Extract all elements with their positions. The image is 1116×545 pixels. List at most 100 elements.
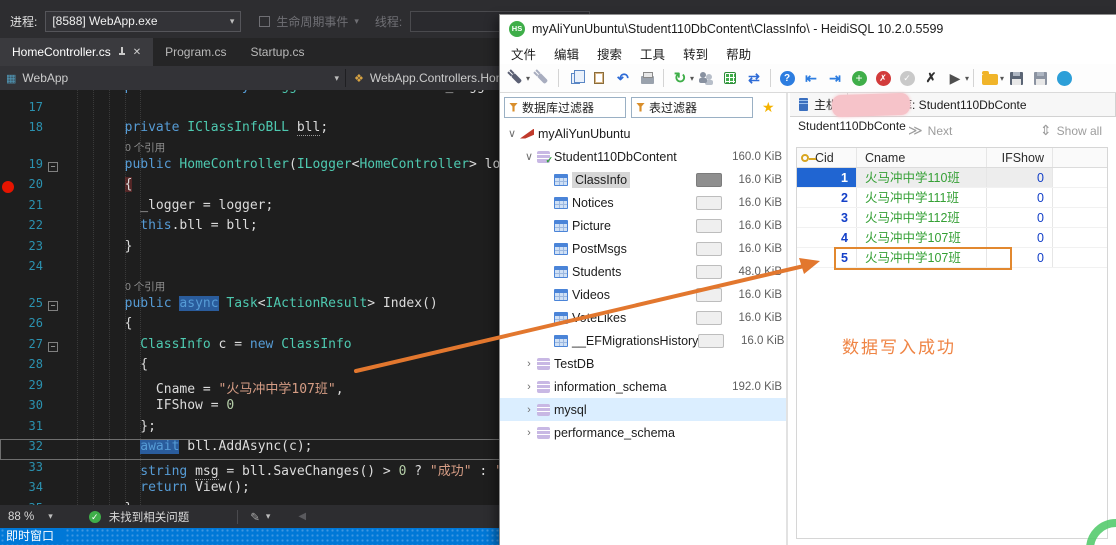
cell-ifshow[interactable]: 0 <box>987 208 1053 227</box>
save-as-icon[interactable] <box>1029 67 1051 89</box>
lifecycle-events-button[interactable]: 生命周期事件 ▾ <box>259 13 359 30</box>
close-icon[interactable]: ✕ <box>133 47 141 58</box>
sync-icon[interactable]: ⇄ <box>743 67 765 89</box>
next-rows-button[interactable]: ≫ Next <box>908 122 952 139</box>
go-first-icon[interactable]: ⇤ <box>800 67 822 89</box>
chevron-down-icon[interactable]: ▾ <box>266 511 271 522</box>
expander-icon[interactable]: › <box>521 427 537 439</box>
fold-toggle[interactable]: − <box>46 157 62 178</box>
run-icon[interactable]: ▶ <box>944 67 966 89</box>
tree-item-performance_schema[interactable]: › performance_schema <box>500 421 786 444</box>
disconnect-icon[interactable] <box>531 67 553 89</box>
collapse-icon[interactable]: − <box>48 300 58 311</box>
tab-homecontroller-cs[interactable]: HomeController.cs ✕ <box>0 38 154 66</box>
cell-cid[interactable]: 4 <box>797 228 857 247</box>
go-last-icon[interactable]: ⇥ <box>824 67 846 89</box>
tree-item-notices[interactable]: Notices 16.0 KiB <box>500 191 786 214</box>
process-dropdown[interactable]: [8588] WebApp.exe ▾ <box>45 10 242 32</box>
delete-row-icon[interactable]: ✗ <box>872 67 894 89</box>
cell-cname[interactable]: 火马冲中学107班 <box>857 228 987 247</box>
chevron-down-icon[interactable]: ▾ <box>526 74 530 83</box>
cell-cname[interactable]: 火马冲中学110班 <box>857 168 987 187</box>
tree-item-__efmigrationshistory[interactable]: __EFMigrationsHistory 16.0 KiB <box>500 329 786 352</box>
breakpoint-gutter[interactable] <box>0 177 18 198</box>
brush-icon[interactable]: ✎ <box>250 510 260 524</box>
grid-row[interactable]: 4 火马冲中学107班 0 <box>797 228 1107 248</box>
cell-cid[interactable]: 1 <box>797 168 857 187</box>
save-icon[interactable] <box>1005 67 1027 89</box>
grid-row[interactable]: 3 火马冲中学112班 0 <box>797 208 1107 228</box>
tree-item-votelikes[interactable]: VoteLikes 16.0 KiB <box>500 306 786 329</box>
cell-cname[interactable]: 火马冲中学111班 <box>857 188 987 207</box>
tree-item-picture[interactable]: Picture 16.0 KiB <box>500 214 786 237</box>
expander-icon[interactable]: › <box>521 404 537 416</box>
breadcrumb-project-dropdown[interactable]: ▦ WebApp ▾ <box>0 71 345 85</box>
code-text: private IClassInfoBLL bll; <box>124 120 329 136</box>
cell-cname[interactable]: 火马冲中学112班 <box>857 208 987 227</box>
tab-program-cs[interactable]: Program.cs <box>153 38 238 66</box>
help-icon[interactable]: ? <box>776 67 798 89</box>
grid-row[interactable]: 1 火马冲中学110班 0 <box>797 168 1107 188</box>
tree-item-mysql[interactable]: › mysql <box>500 398 786 421</box>
tree-item-myaliyunubuntu[interactable]: ∨ myAliYunUbuntu <box>500 122 786 145</box>
heidisql-title-bar[interactable]: HS myAliYunUbuntu\Student110DbContent\Cl… <box>500 15 1116 43</box>
tree-item-videos[interactable]: Videos 16.0 KiB <box>500 283 786 306</box>
tree-item-information_schema[interactable]: › information_schema 192.0 KiB <box>500 375 786 398</box>
refresh-icon[interactable]: ↻ <box>669 67 691 89</box>
print-icon[interactable] <box>636 67 658 89</box>
expander-icon[interactable]: ∨ <box>504 127 520 140</box>
menu-item-编辑[interactable]: 编辑 <box>545 44 588 63</box>
paste-icon[interactable] <box>588 67 610 89</box>
folder-icon[interactable] <box>979 67 1001 89</box>
tree-item-testdb[interactable]: › TestDB <box>500 352 786 375</box>
column-header-cid[interactable]: Cid <box>797 148 857 167</box>
tab-startup-cs[interactable]: Startup.cs <box>238 38 316 66</box>
menu-item-转到[interactable]: 转到 <box>674 44 717 63</box>
cell-ifshow[interactable]: 0 <box>987 168 1053 187</box>
menu-item-搜索[interactable]: 搜索 <box>588 44 631 63</box>
chevron-down-icon[interactable]: ▾ <box>965 74 969 83</box>
zoom-dropdown[interactable]: 88 % ▾ <box>0 511 61 523</box>
column-header-cname[interactable]: Cname <box>857 148 987 167</box>
breadcrumb-namespace-dropdown[interactable]: ❖ WebApp.Controllers.Home <box>346 71 520 85</box>
apply-icon[interactable]: ✓ <box>896 67 918 89</box>
user-manager-icon[interactable] <box>695 67 717 89</box>
fold-toggle[interactable]: − <box>46 296 62 317</box>
pin-icon[interactable] <box>118 46 126 58</box>
tree-item-student110dbcontent[interactable]: ∨ Student110DbContent 160.0 KiB <box>500 145 786 168</box>
breakpoint-icon[interactable] <box>2 181 14 193</box>
grid-row[interactable]: 2 火马冲中学111班 0 <box>797 188 1107 208</box>
cell-cid[interactable]: 2 <box>797 188 857 207</box>
expander-icon[interactable]: › <box>521 358 537 370</box>
tree-item-students[interactable]: Students 48.0 KiB <box>500 260 786 283</box>
database-filter-input[interactable]: 数据库过滤器 <box>504 96 626 118</box>
menu-item-文件[interactable]: 文件 <box>502 44 545 63</box>
line-number: 20 <box>28 177 43 191</box>
connect-icon[interactable] <box>505 67 527 89</box>
chevron-down-icon[interactable]: ▾ <box>690 74 694 83</box>
collapse-icon[interactable]: − <box>48 341 58 352</box>
export-icon[interactable] <box>719 67 741 89</box>
show-all-rows-button[interactable]: ⇕ Show all <box>1040 122 1102 139</box>
cell-ifshow[interactable]: 0 <box>987 228 1053 247</box>
copy-icon[interactable] <box>564 67 586 89</box>
cell-ifshow[interactable]: 0 <box>987 188 1053 207</box>
discard-icon[interactable]: ✗ <box>920 67 942 89</box>
tree-item-classinfo[interactable]: ClassInfo 16.0 KiB <box>500 168 786 191</box>
tree-item-postmsgs[interactable]: PostMsgs 16.0 KiB <box>500 237 786 260</box>
tab-host[interactable]: 主机 <box>790 92 911 118</box>
blue-circle-icon[interactable] <box>1053 67 1075 89</box>
chevron-down-icon[interactable]: ▾ <box>1000 74 1004 83</box>
expander-icon[interactable]: › <box>521 381 537 393</box>
collapse-icon[interactable]: − <box>48 161 58 172</box>
column-header-ifshow[interactable]: IFShow <box>987 148 1053 167</box>
table-filter-input[interactable]: 表过滤器 <box>631 96 753 118</box>
fold-toggle[interactable]: − <box>46 337 62 358</box>
favorites-star-icon[interactable]: ★ <box>762 99 775 116</box>
undo-icon[interactable]: ↶ <box>612 67 634 89</box>
cell-cid[interactable]: 3 <box>797 208 857 227</box>
menu-item-工具[interactable]: 工具 <box>631 44 674 63</box>
add-row-icon[interactable]: + <box>848 67 870 89</box>
menu-item-帮助[interactable]: 帮助 <box>717 44 760 63</box>
expander-icon[interactable]: ∨ <box>521 150 537 163</box>
